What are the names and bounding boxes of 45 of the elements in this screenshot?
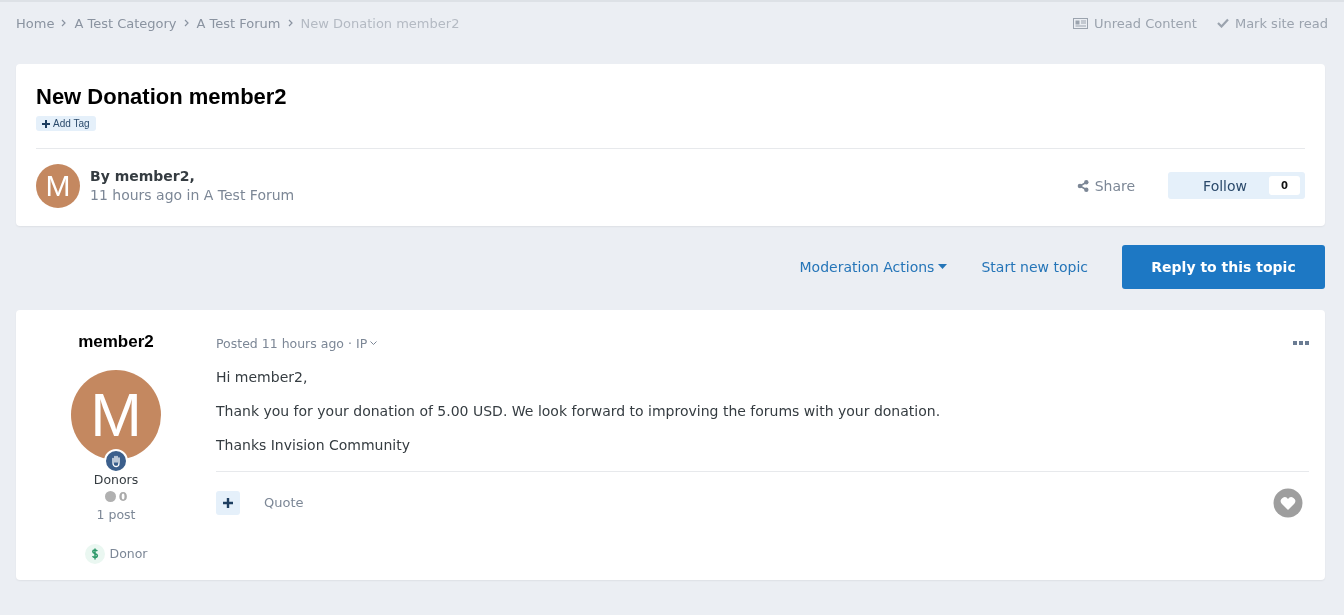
breadcrumb-link[interactable]: A Test Forum [196,15,281,31]
breadcrumb-link[interactable]: A Test Category [74,15,177,31]
donor-badge-label: Donor [109,546,148,561]
post-paragraph: Hi member2, [216,368,309,385]
author-byline: By member2, [90,168,196,184]
post-paragraph: Thanks Invision Community [216,436,411,453]
dollar-icon [84,543,105,564]
start-topic-link[interactable]: Start new topic [981,258,1088,275]
quote-button[interactable]: Quote [258,494,310,511]
plus-icon [42,119,50,128]
ip-dropdown[interactable]: IP [355,335,378,351]
forum-link[interactable]: A Test Forum [203,187,295,203]
topic-title: New Donation member2 [36,84,288,110]
moderation-actions-button[interactable]: Moderation Actions [799,258,948,275]
share-button[interactable]: Share [1070,176,1142,195]
chevron-icon [286,19,295,27]
caret-icon [938,264,948,269]
follow-button[interactable]: Follow 0 [1168,172,1305,199]
post-author-avatar[interactable]: M [71,369,161,460]
chevron-down-icon [370,340,378,346]
top-link[interactable]: Mark site read [1216,15,1328,31]
reputation-dot-icon [104,490,116,502]
member-group: Donors [93,471,139,487]
link-label: Unread Content [1094,15,1197,31]
checkmark-icon [1216,18,1229,28]
chevron-icon [182,19,191,27]
newspaper-icon [1073,17,1089,29]
reply-button[interactable]: Reply to this topic [1122,244,1325,289]
breadcrumb-link[interactable]: Home [16,15,55,31]
post-paragraph: Thank you for your donation of 5.00 USD. We look forward to improving the forums with your donation. [216,402,942,419]
multiquote-button[interactable] [216,490,240,515]
author-avatar[interactable]: M [36,163,80,208]
post-count: 1 post [96,506,136,522]
post-date: Posted 11 hours ago [216,335,344,351]
separator-dot: · [348,335,352,351]
add-tag-button[interactable]: Add Tag [36,116,96,131]
plus-icon [223,497,233,508]
reputation-count: 0 [118,488,128,504]
link-label: Mark site read [1234,15,1328,31]
topic-time-line: 11 hours ago in A Test Forum [90,187,295,203]
post-author-name[interactable]: member2 [78,331,154,352]
more-options-icon[interactable] [1293,340,1309,346]
top-link[interactable]: Unread Content [1073,15,1197,31]
share-icon [1076,179,1089,192]
follow-count: 0 [1269,176,1300,195]
